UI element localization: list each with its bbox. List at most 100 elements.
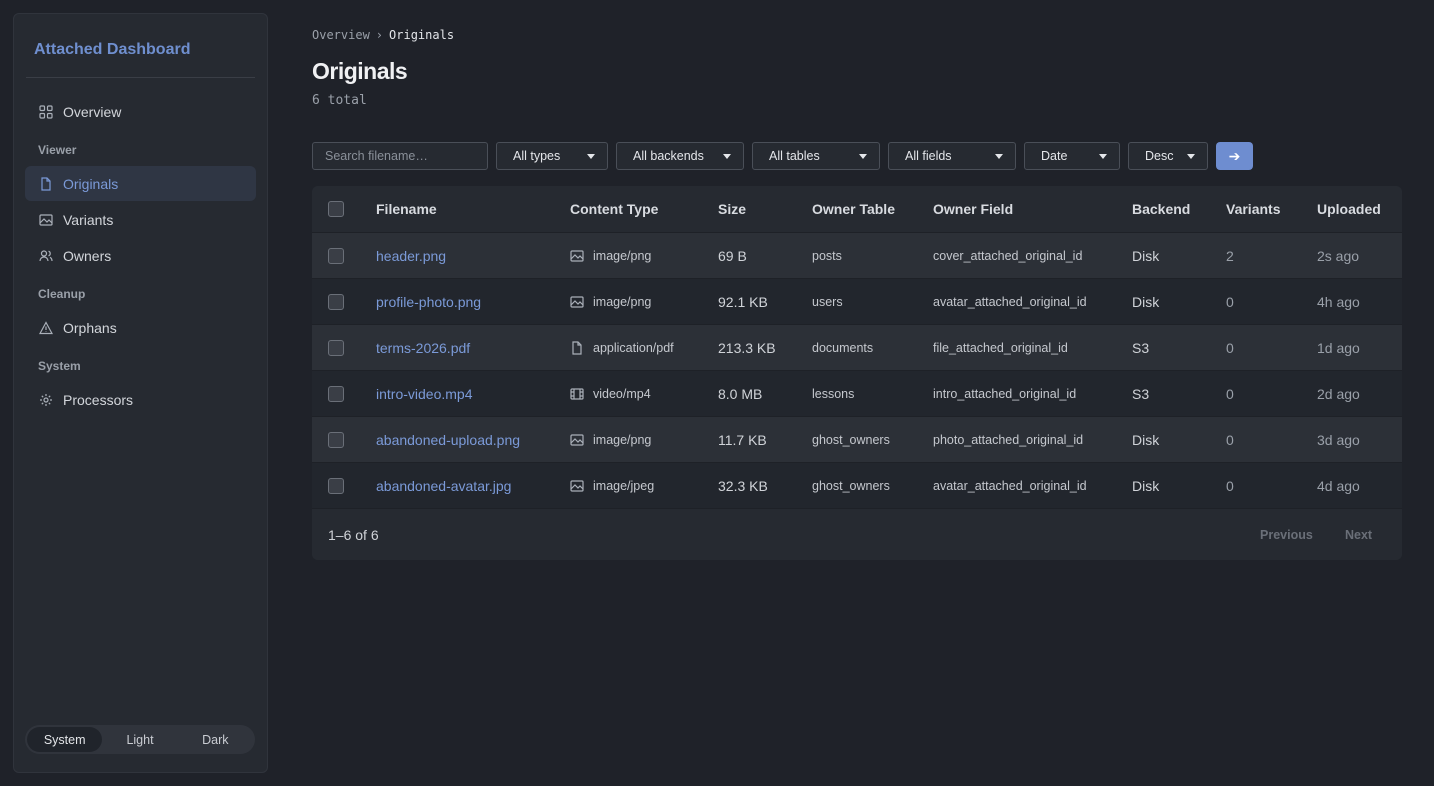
content-type-cell: image/png bbox=[570, 233, 651, 278]
header-backend[interactable]: Backend bbox=[1132, 186, 1190, 232]
table-row[interactable]: terms-2026.pdf application/pdf 213.3 KB doc… bbox=[312, 324, 1402, 370]
row-select-cell bbox=[328, 463, 344, 508]
theme-option-system[interactable]: System bbox=[27, 727, 103, 752]
size-cell: 92.1 KB bbox=[718, 293, 768, 310]
size-cell: 11.7 KB bbox=[718, 431, 767, 448]
variants-cell: 0 bbox=[1226, 477, 1234, 494]
row-checkbox[interactable] bbox=[328, 293, 344, 310]
header-content-type[interactable]: Content Type bbox=[570, 186, 658, 232]
table-row[interactable]: abandoned-upload.png image/png 11.7 KB ghos… bbox=[312, 416, 1402, 462]
total-count: 6 total bbox=[312, 93, 367, 108]
variants-cell: 0 bbox=[1226, 293, 1234, 310]
theme-switch: System Light Dark bbox=[25, 725, 255, 754]
type-filter-select[interactable]: All types bbox=[496, 142, 608, 170]
header-variants[interactable]: Variants bbox=[1226, 186, 1280, 232]
sidebar-item-owners[interactable]: Owners bbox=[25, 238, 256, 273]
content-type-text: video/mp4 bbox=[593, 386, 651, 401]
select-value: All fields bbox=[905, 149, 952, 163]
header-owner-field[interactable]: Owner Field bbox=[933, 186, 1013, 232]
owner-field-cell: avatar_attached_original_id bbox=[933, 294, 1087, 309]
content-type-cell: video/mp4 bbox=[570, 371, 651, 416]
image-icon bbox=[570, 295, 584, 309]
brand-title[interactable]: Attached Dashboard bbox=[34, 41, 190, 59]
row-checkbox[interactable] bbox=[328, 431, 344, 448]
sidebar-item-overview[interactable]: Overview bbox=[25, 94, 256, 129]
row-checkbox[interactable] bbox=[328, 339, 344, 356]
chevron-down-icon bbox=[723, 153, 731, 159]
image-icon bbox=[570, 249, 584, 263]
filename-link[interactable]: profile-photo.png bbox=[376, 279, 481, 324]
field-filter-select[interactable]: All fields bbox=[888, 142, 1016, 170]
owner-table-cell: ghost_owners bbox=[812, 432, 890, 447]
uploaded-cell: 2s ago bbox=[1317, 247, 1360, 264]
image-icon bbox=[570, 433, 584, 447]
row-select-cell bbox=[328, 325, 344, 370]
originals-table: Filename Content Type Size Owner Table O… bbox=[312, 186, 1402, 560]
backend-filter-select[interactable]: All backends bbox=[616, 142, 744, 170]
header-filename[interactable]: Filename bbox=[376, 186, 437, 232]
variants-cell: 0 bbox=[1226, 385, 1234, 402]
theme-option-light[interactable]: Light bbox=[102, 727, 177, 752]
content-type-text: image/jpeg bbox=[593, 478, 655, 493]
select-all-checkbox[interactable] bbox=[328, 201, 344, 217]
pagination-range: 1–6 of 6 bbox=[328, 527, 379, 543]
previous-button[interactable]: Previous bbox=[1260, 509, 1313, 560]
uploaded-cell: 1d ago bbox=[1317, 339, 1360, 356]
table-row[interactable]: profile-photo.png image/png 92.1 KB users av… bbox=[312, 278, 1402, 324]
arrow-right-icon: ➔ bbox=[1228, 147, 1241, 164]
content-type-text: image/png bbox=[593, 432, 652, 447]
section-system: System bbox=[38, 359, 81, 373]
uploaded-cell: 4h ago bbox=[1317, 293, 1360, 310]
header-uploaded[interactable]: Uploaded bbox=[1317, 186, 1381, 232]
chevron-down-icon bbox=[1099, 153, 1107, 159]
apply-filters-button[interactable]: ➔ bbox=[1216, 142, 1253, 170]
table-row[interactable]: header.png image/png 69 B posts cover_attach… bbox=[312, 232, 1402, 278]
variants-cell: 0 bbox=[1226, 431, 1234, 448]
table-filter-select[interactable]: All tables bbox=[752, 142, 880, 170]
row-select-cell bbox=[328, 233, 344, 278]
breadcrumb-current: Originals bbox=[389, 28, 455, 42]
filename-link[interactable]: terms-2026.pdf bbox=[376, 325, 470, 370]
section-cleanup: Cleanup bbox=[38, 287, 86, 301]
select-value: Date bbox=[1041, 149, 1068, 163]
sidebar-item-processors[interactable]: Processors bbox=[25, 382, 256, 417]
sidebar-item-originals[interactable]: Originals bbox=[25, 166, 256, 201]
row-checkbox[interactable] bbox=[328, 385, 344, 402]
filename-link[interactable]: header.png bbox=[376, 233, 446, 278]
search-input[interactable] bbox=[312, 142, 488, 170]
owner-table-cell: posts bbox=[812, 248, 842, 263]
sort-select[interactable]: Date bbox=[1024, 142, 1120, 170]
order-select[interactable]: Desc bbox=[1128, 142, 1208, 170]
sidebar-item-label: Orphans bbox=[63, 319, 117, 336]
table-row[interactable]: intro-video.mp4 video/mp4 8.0 MB lessons int… bbox=[312, 370, 1402, 416]
sidebar-item-variants[interactable]: Variants bbox=[25, 202, 256, 237]
header-owner-table[interactable]: Owner Table bbox=[812, 186, 895, 232]
owner-table-cell: lessons bbox=[812, 386, 855, 401]
filename-link[interactable]: intro-video.mp4 bbox=[376, 371, 473, 416]
header-size[interactable]: Size bbox=[718, 186, 746, 232]
next-button[interactable]: Next bbox=[1345, 509, 1372, 560]
warning-icon bbox=[39, 320, 53, 335]
filename-link[interactable]: abandoned-avatar.jpg bbox=[376, 463, 511, 508]
owner-table-cell: documents bbox=[812, 340, 874, 355]
variants-cell: 0 bbox=[1226, 339, 1234, 356]
size-cell: 32.3 KB bbox=[718, 477, 768, 494]
uploaded-cell: 2d ago bbox=[1317, 385, 1360, 402]
owner-table-cell: ghost_owners bbox=[812, 478, 890, 493]
theme-option-dark[interactable]: Dark bbox=[178, 727, 253, 752]
image-icon bbox=[39, 213, 53, 227]
row-checkbox[interactable] bbox=[328, 247, 344, 264]
table-row[interactable]: abandoned-avatar.jpg image/jpeg 32.3 KB gho… bbox=[312, 462, 1402, 508]
filename-link[interactable]: abandoned-upload.png bbox=[376, 417, 520, 462]
sidebar-item-label: Processors bbox=[63, 391, 134, 408]
sidebar-item-orphans[interactable]: Orphans bbox=[25, 310, 256, 345]
owner-field-cell: avatar_attached_original_id bbox=[933, 478, 1087, 493]
sidebar-item-label: Owners bbox=[63, 247, 112, 264]
row-checkbox[interactable] bbox=[328, 477, 344, 494]
breadcrumb-separator: › bbox=[375, 28, 384, 42]
gear-icon bbox=[39, 393, 53, 407]
page-title: Originals bbox=[312, 58, 408, 84]
file-icon bbox=[39, 176, 53, 191]
chevron-down-icon bbox=[859, 153, 867, 159]
breadcrumb-overview[interactable]: Overview bbox=[312, 28, 370, 42]
